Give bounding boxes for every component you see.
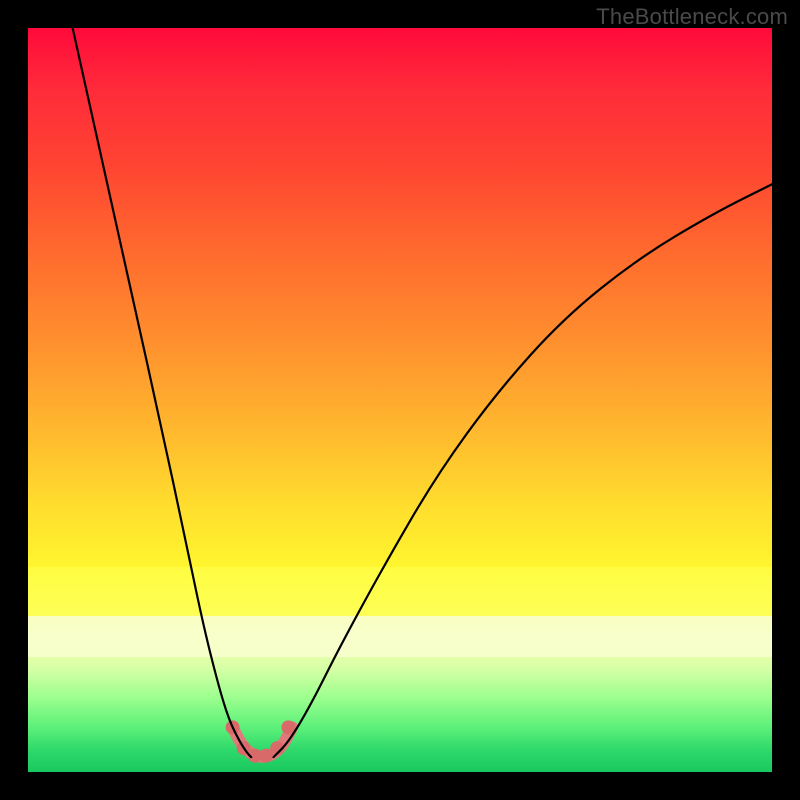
right-curve-path — [274, 184, 772, 757]
plot-area — [28, 28, 772, 772]
left-curve-path — [73, 28, 252, 757]
watermark-text: TheBottleneck.com — [596, 4, 788, 30]
chart-outer: TheBottleneck.com — [0, 0, 800, 800]
curves-svg — [28, 28, 772, 772]
